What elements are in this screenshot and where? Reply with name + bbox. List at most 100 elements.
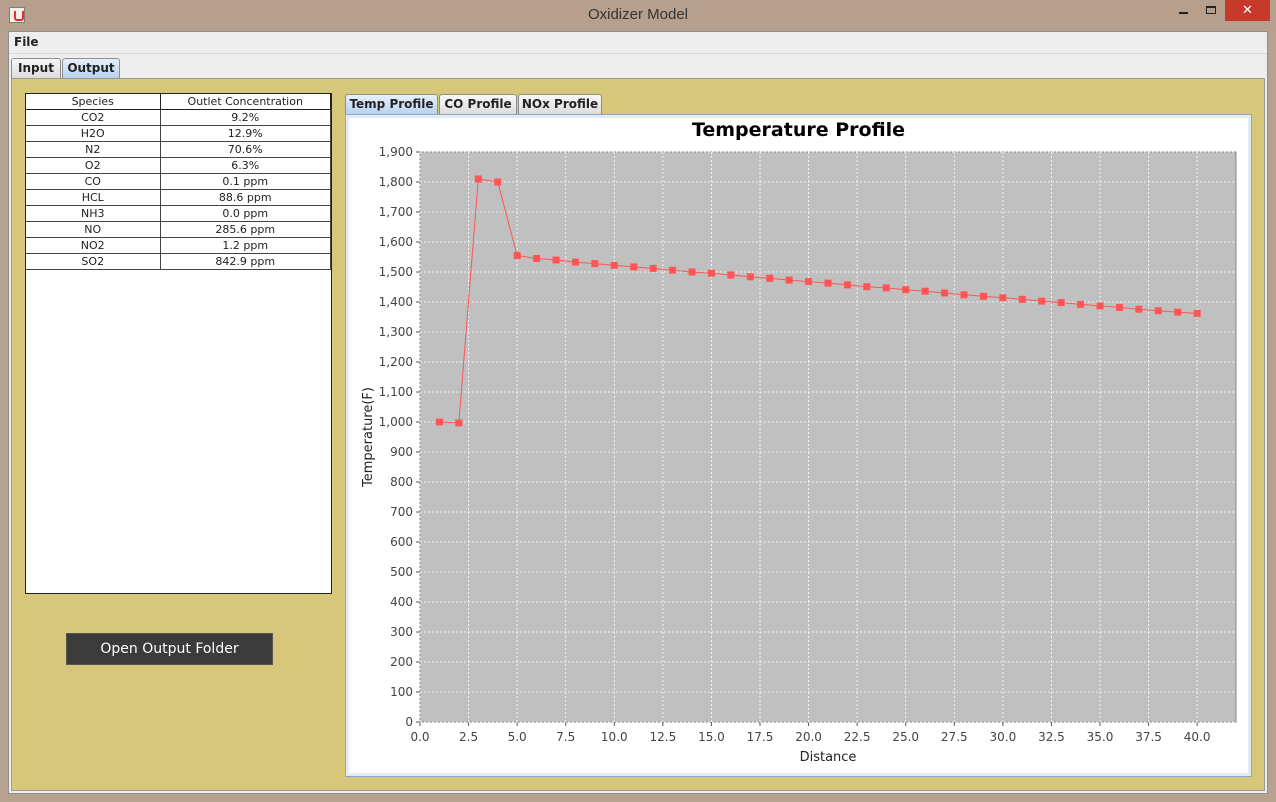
data-point	[455, 419, 463, 427]
table-row[interactable]: H2O 12.9%	[26, 125, 331, 142]
table-row[interactable]: NO 285.6 ppm	[26, 221, 331, 238]
open-output-folder-button[interactable]: Open Output Folder	[66, 633, 273, 665]
data-point	[805, 278, 813, 286]
y-tick-label: 1,800	[379, 175, 413, 189]
data-point	[979, 292, 987, 300]
y-tick-label: 500	[390, 565, 413, 579]
temperature-chart-panel: Temperature Profile 0.0 2.5 5.0 7.5 10.0 12.5…	[345, 114, 1252, 777]
concentration-cell[interactable]: 1.2 ppm	[160, 237, 331, 254]
table-row[interactable]: NO2 1.2 ppm	[26, 237, 331, 254]
table-row[interactable]: CO 0.1 ppm	[26, 173, 331, 190]
x-tick-label: 25.0	[892, 730, 919, 744]
concentration-cell[interactable]: 6.3%	[160, 157, 331, 174]
plot-area	[419, 151, 1237, 723]
column-header-species[interactable]: Species	[26, 94, 161, 110]
data-point	[843, 281, 851, 289]
data-point	[591, 260, 599, 268]
data-point	[474, 175, 482, 183]
data-point	[882, 284, 890, 292]
maximize-button[interactable]	[1198, 0, 1224, 21]
x-tick-label: 0.0	[410, 730, 429, 744]
x-tick-label: 40.0	[1184, 730, 1211, 744]
species-cell[interactable]: NO2	[26, 237, 161, 254]
species-cell[interactable]: NH3	[26, 205, 161, 222]
concentration-cell[interactable]: 0.1 ppm	[160, 173, 331, 190]
x-tick-label: 5.0	[508, 730, 527, 744]
data-point	[824, 279, 832, 287]
data-point	[941, 289, 949, 297]
menu-file[interactable]: File	[14, 35, 39, 49]
data-point	[863, 283, 871, 291]
data-point	[1154, 307, 1162, 315]
concentration-cell[interactable]: 88.6 ppm	[160, 189, 331, 206]
x-tick-label: 17.5	[747, 730, 774, 744]
data-point	[707, 269, 715, 277]
data-point	[533, 255, 541, 262]
minimize-button[interactable]	[1170, 0, 1198, 21]
client-area: File Input Output Species Outlet Concent…	[8, 31, 1268, 794]
data-point	[435, 418, 443, 426]
data-point	[688, 268, 696, 276]
concentration-cell[interactable]: 12.9%	[160, 125, 331, 142]
close-icon: ✕	[1242, 3, 1253, 18]
y-axis-label: Temperature(F)	[361, 387, 376, 488]
species-cell[interactable]: O2	[26, 157, 161, 174]
data-point	[494, 178, 502, 186]
data-point	[1096, 302, 1104, 310]
y-tick-label: 100	[390, 685, 413, 699]
table-row[interactable]: O2 6.3%	[26, 157, 331, 174]
concentration-cell[interactable]: 842.9 ppm	[160, 253, 331, 270]
species-cell[interactable]: HCL	[26, 189, 161, 206]
data-point	[649, 264, 657, 272]
y-tick-label: 1,400	[379, 295, 413, 309]
species-cell[interactable]: CO	[26, 173, 161, 190]
tab-nox-profile[interactable]: NOx Profile	[518, 94, 602, 114]
title-bar: Oxidizer Model ✕	[0, 0, 1276, 31]
x-tick-label: 30.0	[989, 730, 1016, 744]
table-row[interactable]: CO2 9.2%	[26, 109, 331, 126]
species-cell[interactable]: NO	[26, 221, 161, 238]
data-point	[785, 276, 793, 284]
x-tick-label: 7.5	[556, 730, 575, 744]
output-panel: Species Outlet Concentration CO2 9.2% H2O 1…	[11, 78, 1265, 791]
data-point	[1057, 299, 1065, 307]
tab-temp-profile[interactable]: Temp Profile	[345, 94, 438, 114]
table-row[interactable]: NH3 0.0 ppm	[26, 205, 331, 222]
y-tick-label: 900	[390, 445, 413, 459]
concentration-cell[interactable]: 9.2%	[160, 109, 331, 126]
y-tick-label: 700	[390, 505, 413, 519]
concentration-cell[interactable]: 285.6 ppm	[160, 221, 331, 238]
species-cell[interactable]: N2	[26, 141, 161, 158]
species-cell[interactable]: SO2	[26, 253, 161, 270]
x-tick-label: 15.0	[698, 730, 725, 744]
x-tick-label: 12.5	[649, 730, 676, 744]
y-tick-label: 1,100	[379, 385, 413, 399]
data-point	[746, 273, 754, 281]
data-point	[1018, 295, 1026, 303]
y-tick-label: 800	[390, 475, 413, 489]
species-cell[interactable]: H2O	[26, 125, 161, 142]
data-point	[960, 291, 968, 299]
window-title: Oxidizer Model	[587, 6, 689, 23]
x-tick-label: 32.5	[1038, 730, 1065, 744]
column-header-outlet-concentration[interactable]: Outlet Concentration	[160, 94, 331, 110]
tab-co-profile[interactable]: CO Profile	[439, 94, 517, 114]
x-tick-label: 20.0	[795, 730, 822, 744]
tab-output[interactable]: Output	[62, 58, 120, 78]
y-tick-label: 1,900	[379, 145, 413, 159]
x-tick-label: 2.5	[459, 730, 478, 744]
x-axis-label: Distance	[800, 750, 857, 765]
table-row[interactable]: SO2 842.9 ppm	[26, 253, 331, 270]
table-row[interactable]: N2 70.6%	[26, 141, 331, 158]
table-row[interactable]: HCL 88.6 ppm	[26, 189, 331, 206]
y-tick-label: 300	[390, 625, 413, 639]
concentration-cell[interactable]: 70.6%	[160, 141, 331, 158]
temperature-chart: 0.0 2.5 5.0 7.5 10.0 12.5 15.0 17.5 20.0 22.5 25.0…	[361, 145, 1237, 765]
concentration-cell[interactable]: 0.0 ppm	[160, 205, 331, 222]
close-button[interactable]: ✕	[1225, 0, 1270, 21]
data-point	[999, 294, 1007, 302]
y-tick-label: 1,200	[379, 355, 413, 369]
tab-input[interactable]: Input	[11, 58, 61, 78]
x-tick-label: 37.5	[1135, 730, 1162, 744]
species-cell[interactable]: CO2	[26, 109, 161, 126]
